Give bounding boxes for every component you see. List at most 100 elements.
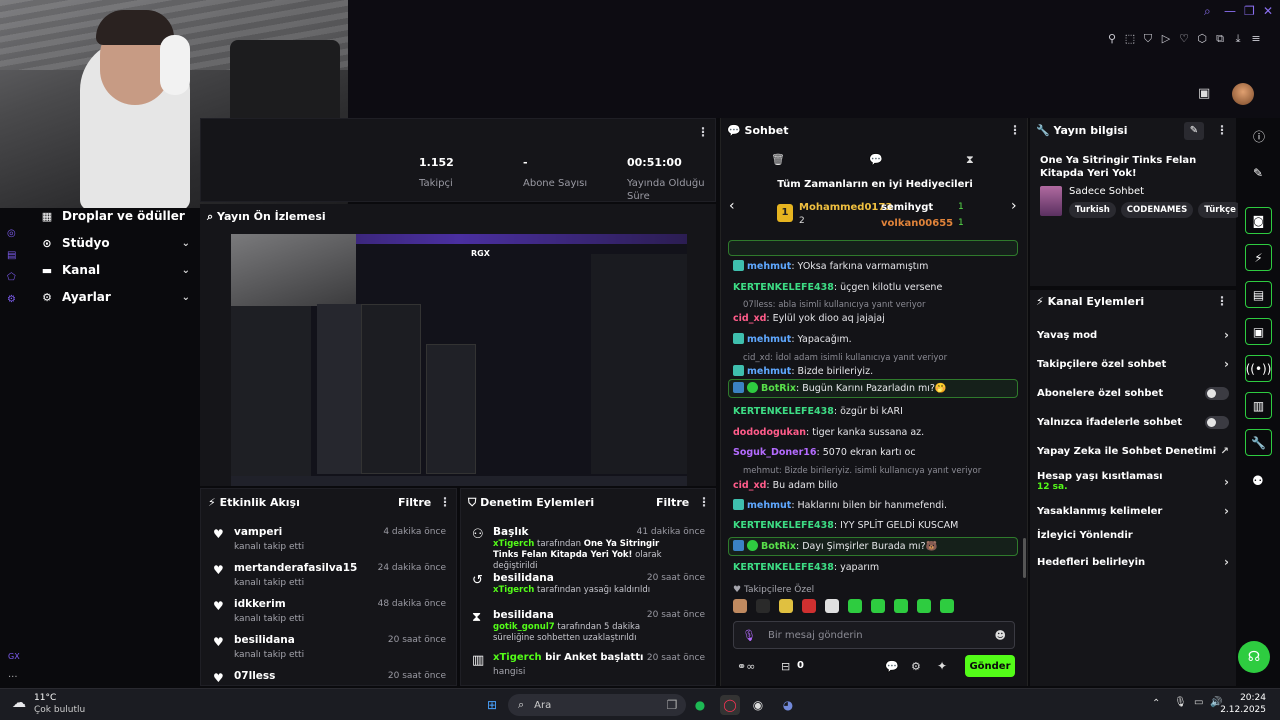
trash-icon[interactable]: 🗑 xyxy=(771,153,785,166)
moderation-user[interactable]: gotik_gonul7 xyxy=(493,622,555,632)
snapshot-icon[interactable]: ⬚ xyxy=(1122,32,1138,46)
minimize-icon[interactable]: — xyxy=(1224,4,1236,18)
nav-drops[interactable]: ▦ Droplar ve ödüller xyxy=(40,209,190,223)
spotify-button[interactable]: ● xyxy=(690,695,710,715)
account-age-row[interactable]: Hesap yaşı kısıtlaması 12 sa. › xyxy=(1037,471,1229,492)
more-icon[interactable]: ⋮ xyxy=(1216,123,1228,137)
goals-row[interactable]: Hedefleri belirleyin › xyxy=(1037,555,1229,569)
activity-user[interactable]: besilidana xyxy=(234,634,295,646)
moderation-target[interactable]: besilidana xyxy=(493,609,554,621)
category-thumbnail[interactable] xyxy=(1040,186,1062,216)
share-icon[interactable]: ⚉ xyxy=(1252,474,1264,489)
followers-only-row[interactable]: Takipçilere özel sohbet › xyxy=(1037,357,1229,371)
more-icon[interactable]: ⋮ xyxy=(1009,123,1021,137)
chat-username[interactable]: cid_xd xyxy=(733,480,766,491)
chat-username[interactable]: KERTENKELEFE438 xyxy=(733,520,834,531)
gear-icon[interactable]: ⚙ xyxy=(911,660,921,673)
more-icon[interactable]: ⋮ xyxy=(698,495,710,509)
redirect-row[interactable]: İzleyici Yönlendir xyxy=(1037,530,1229,541)
shield-icon[interactable]: ⛉ xyxy=(1140,32,1156,46)
chat-input[interactable]: 🎙 Bir mesaj gönderin ☻ xyxy=(733,621,1015,649)
chat-username[interactable]: BotRix xyxy=(761,541,796,552)
avatar[interactable] xyxy=(1232,83,1254,105)
moderation-item[interactable]: ↺ besilidana xTigerch tarafından yasağı ka… xyxy=(461,569,715,609)
chat-username[interactable]: KERTENKELEFE438 xyxy=(733,282,834,293)
activity-user[interactable]: mertanderafasilva15 xyxy=(234,562,357,574)
emote-icon[interactable] xyxy=(733,599,747,613)
weather-desc[interactable]: Çok bulutlu xyxy=(34,705,85,715)
activity-user[interactable]: idkkerim xyxy=(234,598,286,610)
emote-icon[interactable] xyxy=(848,599,862,613)
chat-username[interactable]: Soguk_Doner16 xyxy=(733,447,817,458)
more-dots-icon[interactable]: ··· xyxy=(8,672,18,683)
chat-username[interactable]: KERTENKELEFE438 xyxy=(733,562,834,573)
emote-icon[interactable] xyxy=(894,599,908,613)
subs-only-toggle[interactable] xyxy=(1205,387,1229,400)
moderation-target[interactable]: besilidana xyxy=(493,572,554,584)
tag-icon[interactable]: ⬠ xyxy=(7,272,16,283)
compass-icon[interactable]: ◎ xyxy=(7,228,16,239)
puzzle-icon[interactable]: ✦ xyxy=(937,659,947,673)
mic-icon[interactable]: 🎙 xyxy=(742,629,756,642)
nav-settings[interactable]: ⚙ Ayarlar ⌄ xyxy=(40,290,190,304)
hourglass-icon[interactable]: ⧗ xyxy=(966,153,974,167)
cube-icon[interactable]: ⬡ xyxy=(1194,32,1210,46)
activity-item[interactable]: ♥ besilidana kanalı takip etti 20 saat önce xyxy=(201,631,456,665)
emote-icon[interactable] xyxy=(871,599,885,613)
moderation-item[interactable]: ⚇ Başlık xTigerch tarafından One Ya Sitrin… xyxy=(461,523,715,571)
heart-icon[interactable]: ♡ xyxy=(1176,32,1192,46)
activity-item[interactable]: ♥ mertanderafasilva15 kanalı takip etti 24 … xyxy=(201,559,456,593)
preview-video[interactable]: RGX xyxy=(231,234,687,486)
weather-temp[interactable]: 11°C xyxy=(34,693,56,703)
opera-gx-button[interactable]: ◯ xyxy=(720,695,740,715)
tag-chip[interactable]: Turkish xyxy=(1069,202,1116,218)
camera-button[interactable]: ◙ xyxy=(1245,207,1272,234)
emote-icon[interactable] xyxy=(756,599,770,613)
more-icon[interactable]: ⋮ xyxy=(1216,294,1228,308)
pencil-icon[interactable]: ✎ xyxy=(1253,166,1263,180)
restore-icon[interactable]: ❐ xyxy=(1244,4,1255,18)
play-icon[interactable]: ▷ xyxy=(1158,32,1174,46)
search-icon[interactable]: ⌕ xyxy=(1204,4,1211,19)
chat-username[interactable]: cid_xd xyxy=(733,313,766,324)
emote-icon[interactable] xyxy=(917,599,931,613)
more-icon[interactable]: ⋮ xyxy=(697,125,709,139)
moderation-user[interactable]: xTigerch xyxy=(493,652,542,663)
chevron-up-icon[interactable]: ⌃ xyxy=(1152,698,1160,709)
start-button[interactable]: ⊞ xyxy=(482,695,502,715)
nav-channel[interactable]: ▬ Kanal ⌄ xyxy=(40,263,190,277)
activity-user[interactable]: vamperi xyxy=(234,526,282,538)
gifter-name-3[interactable]: volkan00655 xyxy=(881,218,953,229)
clock-date[interactable]: 2.12.2025 xyxy=(1206,705,1266,715)
emote-only-toggle[interactable] xyxy=(1205,416,1229,429)
emote-icon[interactable] xyxy=(779,599,793,613)
send-button[interactable]: Gönder xyxy=(965,655,1015,677)
discord-button[interactable]: ◕ xyxy=(778,695,798,715)
gifter-name-2[interactable]: semihygt xyxy=(881,202,933,213)
edit-icon[interactable]: ✎ xyxy=(1184,122,1204,140)
steam-button[interactable]: ◉ xyxy=(748,695,768,715)
activity-item[interactable]: ♥ vamperi kanalı takip etti 4 dakika önce xyxy=(201,523,456,557)
chat-button[interactable]: ▣ xyxy=(1245,318,1272,345)
chat-username[interactable]: BotRix xyxy=(761,383,796,394)
layers-icon[interactable]: ▤ xyxy=(7,250,16,261)
nav-studio[interactable]: ⊙ Stüdyo ⌄ xyxy=(40,236,190,250)
moderation-item[interactable]: ⧗ besilidana gotik_gonul7 tarafından 5 dak… xyxy=(461,606,715,646)
link-icon[interactable]: ⚭∞ xyxy=(737,660,755,673)
chat-bubble-icon[interactable]: 💬 xyxy=(885,660,899,673)
layout-button[interactable]: ▥ xyxy=(1245,392,1272,419)
clipboard-button[interactable]: ▤ xyxy=(1245,281,1272,308)
gear-mini-icon[interactable]: ⚙ xyxy=(7,294,16,305)
menu-icon[interactable]: ≡ xyxy=(1248,32,1264,46)
activity-item[interactable]: ♥ idkkerim kanalı takip etti 48 dakika önce xyxy=(201,595,456,629)
moderation-user[interactable]: xTigerch xyxy=(493,585,534,595)
chat-username[interactable]: KERTENKELEFE438 xyxy=(733,406,834,417)
moderation-item[interactable]: ▥ xTigerch bir Anket başlattı hangisi 20 sa… xyxy=(461,649,715,689)
moderation-target[interactable]: Başlık xyxy=(493,526,529,538)
close-icon[interactable]: ✕ xyxy=(1263,4,1273,18)
chevron-left-icon[interactable]: ‹ xyxy=(729,198,735,214)
activity-user[interactable]: 07lless xyxy=(234,670,275,682)
gift-icon[interactable]: ⊟ xyxy=(781,660,790,673)
emote-icon[interactable] xyxy=(802,599,816,613)
tag-chip[interactable]: Türkçe xyxy=(1198,202,1242,218)
